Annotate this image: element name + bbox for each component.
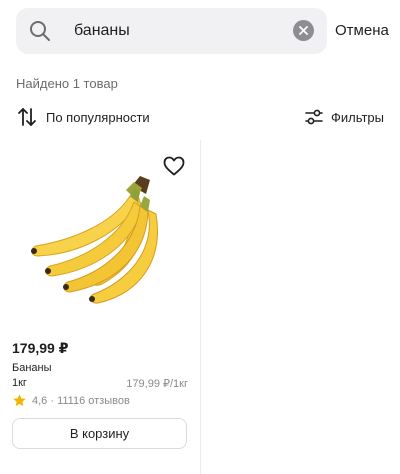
product-unit-price: 179,99 ₽/1кг (126, 378, 188, 390)
results-count: Найдено 1 товар (16, 76, 118, 91)
filter-sliders-icon (305, 109, 323, 125)
close-icon (299, 26, 308, 35)
rating-text: 4,6 · 11116 отзывов (32, 394, 130, 407)
product-card[interactable]: 179,99 ₽ Бананы 1кг 179,99 ₽/1кг 4,6 · 1… (0, 140, 200, 474)
product-rating: 4,6 · 11116 отзывов (12, 393, 130, 408)
search-icon (30, 21, 50, 41)
banana-product-image[interactable] (22, 166, 178, 306)
column-divider (200, 140, 201, 474)
product-weight: 1кг (12, 377, 27, 389)
sort-button[interactable]: По популярности (16, 104, 150, 130)
filters-label: Фильтры (330, 109, 384, 125)
search-bar[interactable] (16, 8, 327, 54)
sort-arrows-icon (18, 108, 36, 126)
filters-button[interactable]: Фильтры (303, 104, 384, 130)
clear-search-button[interactable] (293, 20, 314, 41)
star-icon (13, 394, 26, 407)
add-to-cart-button[interactable]: В корзину (12, 418, 187, 449)
product-name[interactable]: Бананы (12, 362, 52, 374)
sort-label: По популярности (46, 109, 150, 125)
product-price: 179,99 ₽ (12, 340, 69, 356)
cancel-button[interactable]: Отмена (335, 22, 389, 39)
search-input[interactable] (74, 22, 294, 40)
